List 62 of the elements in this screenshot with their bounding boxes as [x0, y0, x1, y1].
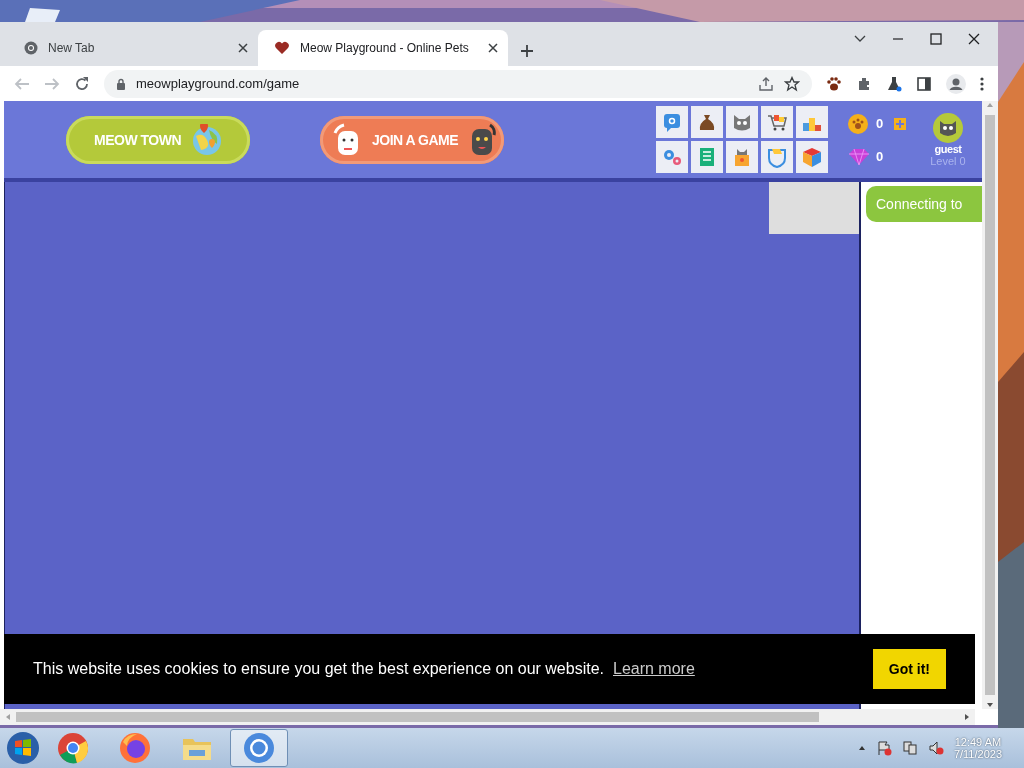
cookie-message: This website uses cookies to ensure you get the best experience on our website.: [33, 660, 604, 678]
username: guest: [934, 142, 962, 155]
chevron-up-icon[interactable]: [857, 745, 866, 751]
maximize-icon[interactable]: [930, 33, 942, 45]
help-icon: [661, 111, 683, 133]
close-icon[interactable]: [238, 43, 248, 53]
lock-icon: [116, 77, 126, 90]
menu-tile[interactable]: [796, 141, 828, 173]
chrome-icon: [24, 41, 38, 55]
scroll-left-icon[interactable]: [4, 713, 12, 721]
menu-tile[interactable]: [726, 141, 758, 173]
star-icon[interactable]: [784, 75, 800, 92]
menu-icon[interactable]: [980, 75, 984, 92]
flask-icon[interactable]: [886, 75, 902, 92]
address-bar[interactable]: meowplayground.com/game: [104, 69, 812, 98]
badge-icon: [766, 146, 788, 168]
avatar-icon[interactable]: [933, 112, 963, 143]
scroll-right-icon[interactable]: [963, 713, 971, 721]
globe-icon: [191, 123, 223, 156]
browser-tab[interactable]: Meow Playground - Online Pets: [258, 30, 508, 66]
chromium-icon: [243, 732, 275, 764]
puzzle-icon[interactable]: [856, 75, 872, 92]
chevron-down-icon[interactable]: [854, 35, 866, 43]
cube-icon: [801, 146, 823, 168]
coin-count: 0: [876, 116, 885, 131]
menu-tile[interactable]: [691, 141, 723, 173]
browser-tab[interactable]: New Tab: [8, 30, 258, 66]
share-icon[interactable]: [758, 75, 774, 92]
gem-count: 0: [876, 149, 885, 164]
menu-tile[interactable]: [796, 106, 828, 138]
paw-icon[interactable]: [826, 75, 842, 92]
got-it-button[interactable]: Got it!: [872, 649, 946, 689]
close-icon[interactable]: [488, 43, 498, 53]
paw-coin-icon: [848, 113, 868, 134]
learn-more-link[interactable]: Learn more: [613, 660, 695, 678]
scroll-down-icon[interactable]: [986, 701, 994, 709]
taskbar-app[interactable]: [230, 729, 288, 767]
level-label: Level 0: [930, 154, 966, 167]
menu-tile[interactable]: [761, 106, 793, 138]
horizontal-scrollbar[interactable]: [0, 709, 975, 725]
clock-time: 12:49 AM: [954, 736, 1002, 748]
speaker-icon[interactable]: [927, 740, 944, 756]
vertical-scrollbar[interactable]: [982, 101, 998, 709]
heart-icon: [274, 40, 290, 56]
clock-date: 7/11/2023: [953, 748, 1002, 760]
menu-tile[interactable]: [761, 141, 793, 173]
flag-icon[interactable]: [875, 740, 892, 756]
menu-tile[interactable]: [726, 106, 758, 138]
firefox-icon: [119, 732, 151, 764]
menu-tile[interactable]: [691, 106, 723, 138]
profile-icon[interactable]: [946, 73, 966, 94]
chrome-icon: [57, 732, 89, 764]
reload-icon[interactable]: [74, 75, 90, 92]
new-tab-icon[interactable]: [520, 44, 534, 58]
start-button[interactable]: [6, 731, 40, 765]
menu-tile[interactable]: [656, 106, 688, 138]
connecting-banner: Connecting to: [866, 186, 982, 222]
menu-tile[interactable]: [656, 141, 688, 173]
side-panel-icon[interactable]: [916, 75, 932, 92]
gem-icon: [848, 147, 870, 166]
close-icon[interactable]: [968, 33, 980, 45]
network-icon[interactable]: [901, 740, 918, 756]
